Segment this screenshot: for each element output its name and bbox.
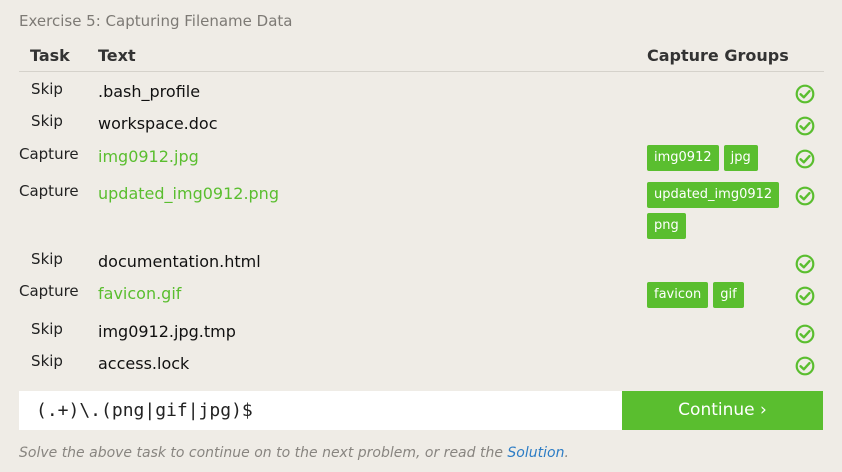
header-task: Task <box>30 46 70 65</box>
task-label: Capture <box>19 282 79 300</box>
footer-end: . <box>564 445 569 461</box>
row-text: workspace.doc <box>98 114 218 133</box>
regex-input-container <box>19 391 622 430</box>
check-circle-icon <box>795 149 815 169</box>
check-circle-icon <box>795 324 815 344</box>
table-header: Task Text Capture Groups <box>19 44 824 72</box>
check-circle-icon <box>795 254 815 274</box>
capture-group-chip: img0912 <box>647 145 719 171</box>
check-circle-icon <box>795 84 815 104</box>
task-label: Skip <box>31 250 63 268</box>
row-text: access.lock <box>98 354 190 373</box>
row-text: favicon.gif <box>98 284 182 303</box>
row-text: .bash_profile <box>98 82 201 101</box>
check-circle-icon <box>795 356 815 376</box>
header-text: Text <box>98 46 136 65</box>
capture-groups: favicon gif <box>647 282 787 313</box>
header-capture-groups: Capture Groups <box>647 46 789 65</box>
row-text: updated_img0912.png <box>98 184 279 203</box>
check-circle-icon <box>795 116 815 136</box>
footer-text: Solve the above task to continue on to t… <box>19 445 508 461</box>
row-text: documentation.html <box>98 252 261 271</box>
row-text: img0912.jpg <box>98 147 199 166</box>
footer-hint: Solve the above task to continue on to t… <box>19 445 569 461</box>
capture-group-chip: png <box>647 213 686 239</box>
solution-link[interactable]: Solution <box>507 445 564 461</box>
capture-group-chip: gif <box>713 282 744 308</box>
check-circle-icon <box>795 186 815 206</box>
capture-group-chip: favicon <box>647 282 709 308</box>
capture-groups: img0912 jpg <box>647 145 787 176</box>
task-label: Skip <box>31 112 63 130</box>
exercise-page: Exercise 5: Capturing Filename Data Task… <box>0 0 842 472</box>
task-label: Capture <box>19 145 79 163</box>
exercise-title: Exercise 5: Capturing Filename Data <box>19 12 293 30</box>
row-text: img0912.jpg.tmp <box>98 322 236 341</box>
capture-group-chip: jpg <box>723 145 758 171</box>
task-label: Skip <box>31 320 63 338</box>
regex-input[interactable] <box>19 391 622 430</box>
capture-group-chip: updated_img0912 <box>647 182 780 208</box>
task-label: Capture <box>19 182 79 200</box>
task-label: Skip <box>31 352 63 370</box>
continue-button[interactable]: Continue › <box>622 391 823 430</box>
task-label: Skip <box>31 80 63 98</box>
check-circle-icon <box>795 286 815 306</box>
capture-groups: updated_img0912png <box>647 182 787 244</box>
